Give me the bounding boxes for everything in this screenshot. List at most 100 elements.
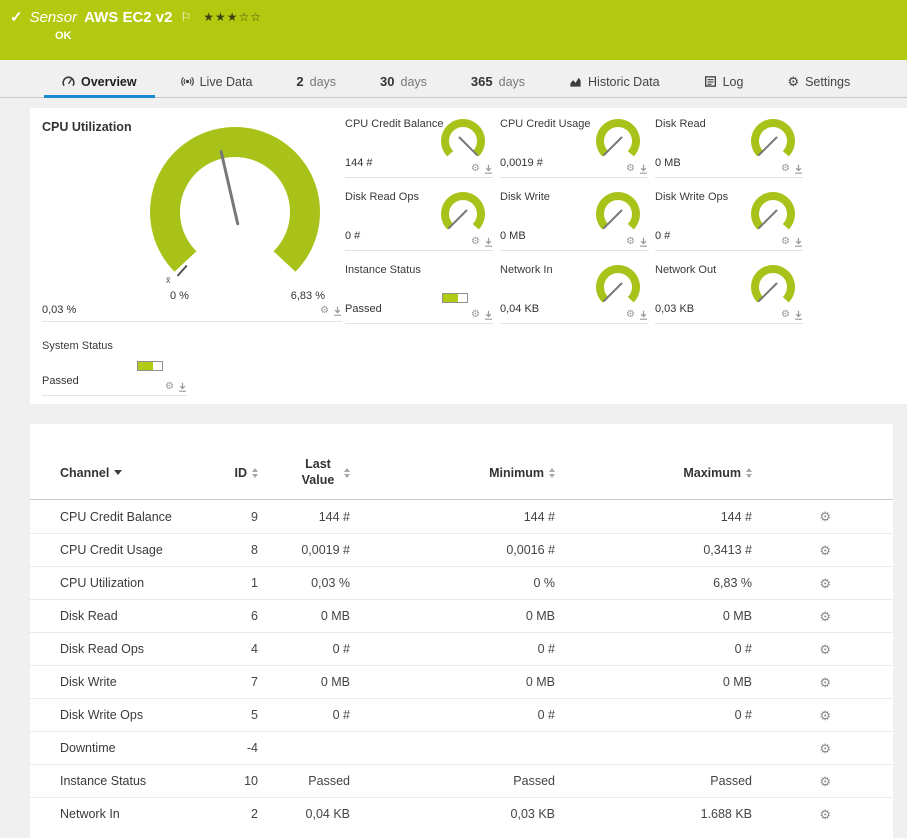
channel-name: CPU Credit Usage [60,543,163,557]
channel-id: -4 [246,741,258,755]
gear-icon[interactable]: ⚙ [626,237,635,247]
tab-settings[interactable]: ⚙ Settings [765,66,872,97]
last-value: 144 # [318,509,350,524]
channel-settings-gear-icon[interactable]: ⚙ [819,610,831,623]
channel-settings-gear-icon[interactable]: ⚙ [819,577,831,590]
gauge-dial [747,116,799,169]
table-row-disk-read: Disk Read 6 0 MB 0 MB 0 MB ⚙ [30,599,893,632]
pin-icon[interactable] [639,164,648,174]
channel-id: 4 [251,642,258,656]
last-value: 0,0019 # [301,543,350,557]
gauge-tile-cpu-credit-balance[interactable]: CPU Credit Balance 144 # ⚙ [345,116,493,178]
gauge-tile-network-out[interactable]: Network Out 0,03 KB ⚙ [655,262,803,324]
channel-settings-gear-icon[interactable]: ⚙ [819,643,831,656]
tile-title: Disk Write [500,191,550,203]
channel-name: Downtime [60,741,116,755]
sort-arrows-icon [114,470,123,475]
table-row-cpu-credit-usage: CPU Credit Usage 8 0,0019 # 0,0016 # 0,3413 … [30,533,893,566]
pin-icon[interactable] [484,164,493,174]
pin-icon[interactable] [484,237,493,247]
gear-icon[interactable]: ⚙ [471,237,480,247]
average-marker-label: x̄ [166,275,171,285]
tile-value: 144 # [345,157,373,169]
maximum-value: 144 # [720,509,752,524]
tab-2-days[interactable]: 2 days [274,66,358,97]
tab-label: Historic Data [588,74,660,89]
tile-title: Disk Read [655,118,706,130]
gear-icon[interactable]: ⚙ [320,306,329,316]
gauge-tile-network-in[interactable]: Network In 0,04 KB ⚙ [500,262,648,324]
channel-id: 10 [244,774,258,788]
gauge-tile-cpu-credit-usage[interactable]: CPU Credit Usage 0,0019 # ⚙ [500,116,648,178]
last-value: 0 # [332,642,350,656]
gear-icon[interactable]: ⚙ [165,382,174,392]
channel-name: Network In [60,807,120,821]
pin-icon[interactable] [794,164,803,174]
tile-title: CPU Credit Balance [345,118,444,130]
channel-settings-gear-icon[interactable]: ⚙ [819,510,831,523]
tab-label: Log [722,74,744,89]
gauge-dial [747,189,799,242]
pin-icon[interactable] [794,310,803,320]
tile-title: System Status [42,340,113,352]
gauge-tile-disk-write[interactable]: Disk Write 0 MB ⚙ [500,189,648,251]
last-value: 0,04 KB [305,807,350,821]
tab-number: 2 [296,74,304,89]
tile-title: Instance Status [345,264,421,276]
pin-icon[interactable] [333,306,342,316]
gear-icon[interactable]: ⚙ [471,310,480,320]
priority-stars[interactable]: ★★★☆☆ [203,10,262,24]
pin-icon[interactable] [178,382,187,392]
tab-log[interactable]: Log [682,66,766,97]
tile-value: 0 # [345,230,361,242]
column-label: Last Value [301,456,335,487]
tab-label: Settings [805,74,851,89]
maximum-value: 0,3413 # [703,543,752,557]
tile-value: 0 # [655,230,671,242]
tab-365-days[interactable]: 365 days [449,66,547,97]
column-label: Channel [60,465,110,480]
tab-30-days[interactable]: 30 days [358,66,449,97]
gear-icon[interactable]: ⚙ [781,164,790,174]
gauge-tile-instance-status[interactable]: Instance Status Passed ⚙ [345,262,493,324]
gear-icon[interactable]: ⚙ [626,164,635,174]
channel-settings-gear-icon[interactable]: ⚙ [819,709,831,722]
pin-icon[interactable] [639,310,648,320]
channel-settings-gear-icon[interactable]: ⚙ [819,676,831,689]
column-header-maximum[interactable]: Maximum [555,466,752,480]
column-header-channel[interactable]: Channel [60,466,190,480]
gear-icon[interactable]: ⚙ [781,310,790,320]
last-value: 0,03 % [311,576,350,590]
tab-overview[interactable]: Overview [40,66,159,98]
channel-settings-gear-icon[interactable]: ⚙ [819,775,831,788]
tile-title: CPU Credit Usage [500,118,591,130]
minimum-value: Passed [513,774,555,788]
channel-settings-gear-icon[interactable]: ⚙ [819,544,831,557]
channel-settings-gear-icon[interactable]: ⚙ [819,808,831,821]
gauge-dial [592,116,644,169]
gauge-tile-disk-read-ops[interactable]: Disk Read Ops 0 # ⚙ [345,189,493,251]
minimum-value: 0,0016 # [506,543,555,557]
pin-icon[interactable] [484,310,493,320]
column-header-last-value[interactable]: Last Value [258,457,350,488]
gauge-tile-disk-read[interactable]: Disk Read 0 MB ⚙ [655,116,803,178]
table-row-cpu-credit-balance: CPU Credit Balance 9 144 # 144 # 144 # ⚙ [30,500,893,533]
minimum-value: 0 # [537,708,555,722]
pin-icon[interactable] [639,237,648,247]
gear-icon[interactable]: ⚙ [781,237,790,247]
main-gauge-max-label: 6,83 % [290,290,325,302]
channel-id: 8 [251,543,258,557]
column-header-minimum[interactable]: Minimum [350,466,555,480]
gauge-tile-system-status[interactable]: System Status Passed ⚙ [42,336,187,396]
column-header-id[interactable]: ID [190,466,258,480]
tab-live-data[interactable]: Live Data [159,66,275,97]
channel-settings-gear-icon[interactable]: ⚙ [819,742,831,755]
gear-icon[interactable]: ⚙ [471,164,480,174]
tile-value: Passed [345,303,382,315]
gauge-tile-disk-write-ops[interactable]: Disk Write Ops 0 # ⚙ [655,189,803,251]
pin-icon[interactable] [794,237,803,247]
gear-icon[interactable]: ⚙ [626,310,635,320]
maximum-value: 6,83 % [713,576,752,590]
tab-historic-data[interactable]: Historic Data [547,66,682,97]
tile-value: 0,03 KB [655,303,695,315]
